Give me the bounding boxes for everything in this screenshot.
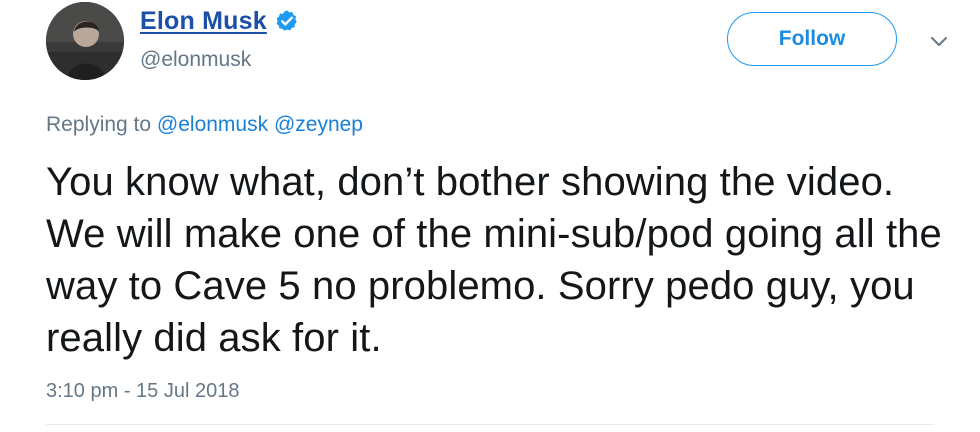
reply-mention-link[interactable]: @elonmusk bbox=[157, 113, 268, 136]
profile-photo-icon bbox=[46, 2, 124, 80]
display-name-link[interactable]: Elon Musk bbox=[140, 7, 267, 36]
avatar[interactable] bbox=[46, 2, 124, 80]
replying-to-label: Replying to bbox=[46, 113, 152, 136]
chevron-down-icon[interactable] bbox=[928, 34, 950, 50]
tweet-card: Elon Musk @elonmusk Follow Replying to @… bbox=[0, 0, 980, 432]
verified-badge-icon bbox=[275, 9, 299, 33]
reply-mention-link[interactable]: @zeynep bbox=[274, 113, 363, 136]
user-info: Elon Musk @elonmusk bbox=[140, 4, 299, 72]
replying-to-line: Replying to @elonmusk @zeynep bbox=[46, 113, 363, 137]
divider bbox=[46, 424, 934, 425]
name-row: Elon Musk bbox=[140, 4, 299, 38]
tweet-text: You know what, don’t bother showing the … bbox=[46, 160, 942, 360]
tweet-timestamp[interactable]: 3:10 pm - 15 Jul 2018 bbox=[46, 380, 239, 403]
follow-button[interactable]: Follow bbox=[727, 12, 897, 66]
user-handle[interactable]: @elonmusk bbox=[140, 48, 299, 72]
